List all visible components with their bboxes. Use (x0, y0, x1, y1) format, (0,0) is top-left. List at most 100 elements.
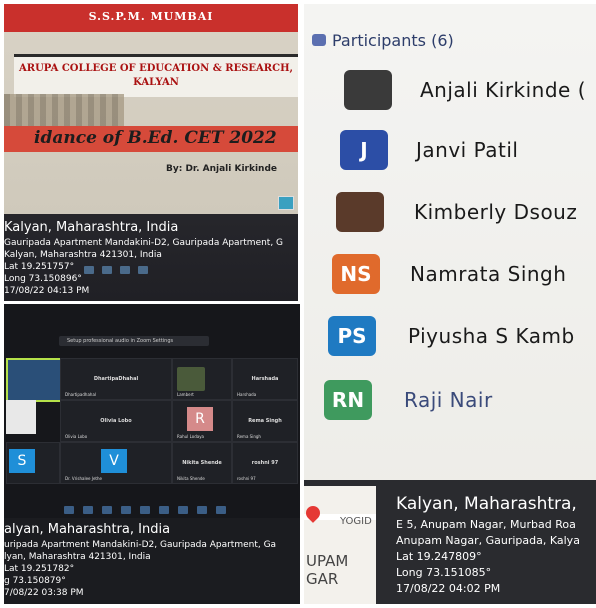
taskbar-app-icon[interactable] (102, 266, 112, 274)
tile-center-name: DhartipaDhahal (93, 375, 139, 382)
tile-name-label: Rema Singh (237, 434, 261, 439)
tile-center-name: Nikita Shende (182, 459, 222, 466)
college-building-image (4, 94, 124, 128)
tile-name-label: Nikita Shende (177, 476, 205, 481)
taskbar-app-icon[interactable] (216, 506, 226, 514)
map-area-line-2: GAR (306, 570, 339, 588)
tile-name-label: Rahul Lodaya (177, 434, 205, 439)
participant-avatar: V (101, 449, 127, 473)
map-area-line-1: UPAM (306, 552, 349, 570)
participant-row[interactable]: NS Namrata Singh (304, 246, 596, 306)
participant-name: Anjali Kirkinde ( (420, 78, 587, 102)
participant-row[interactable]: PS Piyusha S Kamb (304, 308, 596, 368)
taskbar-app-icon[interactable] (64, 506, 74, 514)
participant-tile[interactable]: Olivia Lobo Olivia Lobo (60, 400, 172, 442)
geotag-lat: Lat 19.251757° (4, 262, 75, 272)
geotag-city: Kalyan, Maharashtra, (396, 494, 577, 514)
windows-taskbar (64, 506, 234, 516)
presentation-slide: S.S.P.M. MUMBAI ARUPA COLLEGE OF EDUCATI… (4, 4, 298, 214)
tile-center-name: Harshada (251, 375, 279, 382)
geotag-lat: Lat 19.251782° (4, 564, 75, 574)
participant-row[interactable]: RN Raji Nair (304, 372, 596, 432)
geotag-long: Long 73.151085° (396, 566, 492, 579)
participant-row[interactable]: Kimberly Dsouz (304, 184, 596, 244)
participants-header: Participants (6) (304, 26, 596, 58)
tile-center-name: roshni 97 (251, 459, 279, 466)
geotag-address-2: Kalyan, Maharashtra 421301, India (4, 250, 162, 260)
participant-avatar: R (187, 407, 213, 431)
participant-avatar (344, 70, 392, 110)
participant-name: Janvi Patil (416, 138, 519, 162)
geotag-address-1: E 5, Anupam Nagar, Murbad Roa (396, 518, 576, 531)
geotag-datetime: 17/08/22 04:13 PM (4, 286, 90, 296)
geotag-datetime: 17/08/22 04:02 PM (396, 582, 501, 595)
participant-video[interactable] (6, 400, 36, 434)
participant-avatar: NS (332, 254, 380, 294)
tile-name-label: roshni 97 (237, 476, 256, 481)
taskbar-app-icon[interactable] (159, 506, 169, 514)
geotag-overlay: alyan, Maharashtra, India uripada Apartm… (4, 518, 300, 604)
slide-title: idance of B.Ed. CET 2022 (34, 128, 277, 148)
taskbar-app-icon[interactable] (83, 506, 93, 514)
participant-name: Kimberly Dsouz (414, 200, 578, 224)
participant-tile[interactable]: roshni 97 roshni 97 (232, 442, 298, 484)
participant-tile[interactable]: Lambert (172, 358, 232, 400)
taskbar-app-icon[interactable] (140, 506, 150, 514)
taskbar-app-icon[interactable] (178, 506, 188, 514)
participant-tile[interactable]: Nikita Shende Nikita Shende (172, 442, 232, 484)
taskbar-app-icon[interactable] (197, 506, 207, 514)
slide-title-band: idance of B.Ed. CET 2022 (4, 126, 298, 152)
participant-avatar: S (9, 449, 35, 473)
participant-tile[interactable]: V Dr. Vrishalee Jethe (60, 442, 172, 484)
taskbar-app-icon[interactable] (121, 506, 131, 514)
geotag-address-2: lyan, Maharashtra 421301, India (4, 552, 151, 562)
participant-tile[interactable]: Harshada Harshada (232, 358, 298, 400)
participant-video (177, 367, 205, 391)
map-area-label: UPAM GAR (306, 552, 348, 588)
tile-name-label: Olivia Lobo (65, 434, 88, 439)
taskbar-app-icon[interactable] (84, 266, 94, 274)
tile-name-label: Dhartipadhahal (65, 392, 97, 397)
geotag-address-1: uripada Apartment Mandakini-D2, Gauripad… (4, 540, 277, 550)
participant-tile[interactable]: Rema Singh Rema Singh (232, 400, 298, 442)
map-poi-label: YOGID (340, 516, 372, 527)
taskbar-app-icon[interactable] (120, 266, 130, 274)
participant-name: Piyusha S Kamb (408, 324, 575, 348)
slide-college-name: ARUPA COLLEGE OF EDUCATION & RESEARCH, K… (14, 54, 298, 97)
geotag-datetime: 7/08/22 03:38 PM (4, 588, 84, 598)
tile-name-label: Dr. Vrishalee Jethe (65, 476, 102, 481)
geotag-city: alyan, Maharashtra, India (4, 522, 171, 537)
windows-taskbar (84, 266, 204, 276)
slide-author: By: Dr. Anjali Kirkinde (166, 164, 277, 174)
zoom-audio-banner[interactable]: Setup professional audio in Zoom Setting… (59, 336, 209, 346)
participants-photo-panel: Participants (6) Anjali Kirkinde ( J Janvi… (304, 4, 596, 604)
geotag-long: g 73.150879° (4, 576, 66, 586)
participant-row[interactable]: J Janvi Patil (304, 122, 596, 182)
participant-tile[interactable]: S (6, 442, 60, 484)
zoom-gallery-photo-panel: Setup professional audio in Zoom Setting… (4, 304, 300, 604)
taskbar-app-icon[interactable] (102, 506, 112, 514)
slide-org-name: S.S.P.M. MUMBAI (88, 10, 214, 23)
college-line-2: KALYAN (133, 77, 179, 88)
geotag-address-1: Gauripada Apartment Mandakini-D2, Gaurip… (4, 238, 284, 248)
tile-center-name: Rema Singh (248, 417, 282, 424)
zoom-audio-banner-text: Setup professional audio in Zoom Setting… (67, 338, 174, 344)
participant-tile[interactable]: R Rahul Lodaya (172, 400, 232, 442)
presenter-thumbnail[interactable] (278, 196, 294, 210)
slide-photo-panel: S.S.P.M. MUMBAI ARUPA COLLEGE OF EDUCATI… (4, 4, 298, 301)
college-line-1: ARUPA COLLEGE OF EDUCATION & RESEARCH, (19, 63, 293, 74)
geotag-lat: Lat 19.247809° (396, 550, 482, 563)
participant-avatar: RN (324, 380, 372, 420)
geotag-long: Long 73.150896° (4, 274, 82, 284)
participant-avatar (336, 192, 384, 232)
participants-title: Participants (6) (332, 31, 454, 50)
geotag-city: Kalyan, Maharashtra, India (4, 220, 179, 235)
geotag-overlay: Kalyan, Maharashtra, India Gauripada Apa… (4, 214, 298, 301)
participant-row[interactable]: Anjali Kirkinde ( (304, 62, 596, 122)
tile-center-name: Olivia Lobo (100, 417, 132, 424)
tile-name-label: Harshada (237, 392, 257, 397)
active-speaker-video[interactable] (6, 358, 62, 402)
taskbar-app-icon[interactable] (138, 266, 148, 274)
participant-tile[interactable]: DhartipaDhahal Dhartipadhahal (60, 358, 172, 400)
location-map-thumbnail: YOGID UPAM GAR (304, 486, 376, 604)
